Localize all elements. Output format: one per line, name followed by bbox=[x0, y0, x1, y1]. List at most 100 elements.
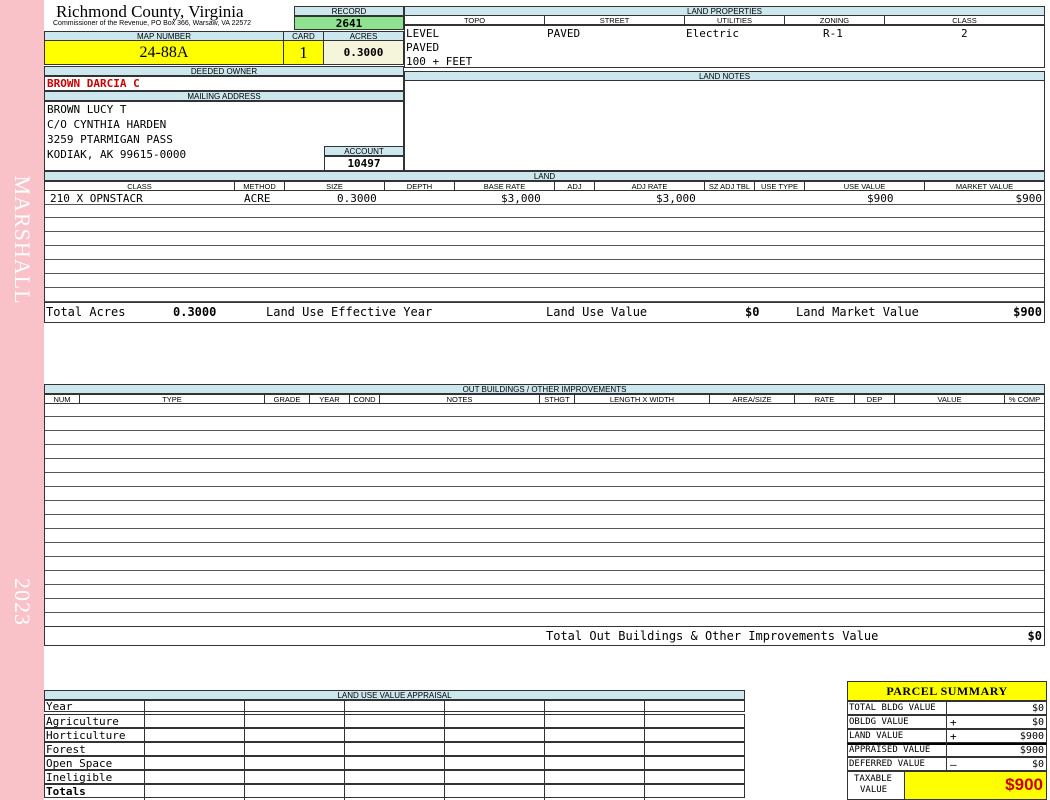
class-value: 2 bbox=[961, 27, 968, 40]
record-header: RECORD bbox=[294, 6, 404, 16]
luv-col-divider bbox=[244, 700, 245, 800]
outbuildings-total-row: Total Out Buildings & Other Improvements… bbox=[44, 626, 1045, 646]
ps-row-taxable: TAXABLE VALUE $900 bbox=[847, 771, 1047, 800]
ps-row-total-bldg: TOTAL BLDG VALUE $0 bbox=[847, 701, 1047, 715]
ob-col-dep: DEP bbox=[855, 395, 895, 404]
land-totals-row: Total Acres 0.3000 Land Use Effective Ye… bbox=[44, 302, 1045, 323]
ob-row-divider bbox=[45, 416, 1044, 417]
ob-col-rate: RATE bbox=[795, 395, 855, 404]
outbuildings-total-value: $0 bbox=[1027, 629, 1042, 643]
land-row-divider bbox=[45, 287, 1044, 288]
ob-row-divider bbox=[45, 598, 1044, 599]
luv-col-divider bbox=[144, 700, 145, 800]
ps-value-obldg: $0 bbox=[1031, 717, 1044, 728]
ob-row-divider bbox=[45, 612, 1044, 613]
year-label: 2023 bbox=[10, 578, 35, 626]
luv-label-horticulture: Horticulture bbox=[46, 729, 126, 742]
ob-row-divider bbox=[45, 570, 1044, 571]
ps-value-deferred: $0 bbox=[1031, 759, 1044, 770]
account-header: ACCOUNT bbox=[324, 146, 404, 156]
land-col-sz-adj: SZ ADJ TBL bbox=[705, 182, 755, 191]
land-use-value-label: Land Use Value bbox=[546, 305, 648, 319]
luv-col-divider bbox=[644, 700, 645, 800]
ob-row-divider bbox=[45, 472, 1044, 473]
mailing-line-1: BROWN LUCY T bbox=[47, 103, 127, 116]
ps-taxable-value: $900 bbox=[1005, 775, 1043, 794]
ps-label-appraised: APPRAISED VALUE bbox=[849, 745, 931, 755]
ps-sign-deferred: – bbox=[950, 758, 957, 771]
land-use-value: $0 bbox=[745, 305, 760, 319]
luv-label-ineligible: Ineligible bbox=[46, 771, 113, 784]
ob-col-notes: NOTES bbox=[380, 395, 540, 404]
topo-line-3: 100 + FEET bbox=[406, 55, 473, 68]
land-notes-body bbox=[404, 80, 1045, 171]
street-value: PAVED bbox=[547, 27, 581, 40]
ps-sign-obldg: + bbox=[950, 716, 957, 729]
ps-taxable-value-box: $900 bbox=[904, 772, 1046, 799]
ob-col-length-width: LENGTH X WIDTH bbox=[575, 395, 710, 404]
deeded-owner-header: DEEDED OWNER bbox=[44, 66, 404, 76]
ps-label-obldg: OBLDG VALUE bbox=[849, 717, 909, 727]
land-row-divider bbox=[45, 217, 1044, 218]
land-header: LAND bbox=[44, 171, 1045, 181]
ob-col-sthgt: STHGT bbox=[540, 395, 575, 404]
ob-row-divider bbox=[45, 458, 1044, 459]
total-acres-value: 0.3000 bbox=[173, 305, 217, 319]
land-row-divider bbox=[45, 231, 1044, 232]
land-rows: 210 X OPNSTACR ACRE 0.3000 $3,000 $3,000… bbox=[44, 191, 1045, 303]
land-col-adj-rate: ADJ RATE bbox=[595, 182, 705, 191]
effective-year-label: Land Use Effective Year bbox=[266, 305, 433, 319]
ob-row-divider bbox=[45, 584, 1044, 585]
luv-label-totals: Totals bbox=[46, 785, 86, 798]
ob-col-year: YEAR bbox=[310, 395, 350, 404]
land-col-market-value: MARKET VALUE bbox=[955, 182, 1014, 191]
ps-value-land: $900 bbox=[1019, 731, 1044, 742]
land-col-use-type: USE TYPE bbox=[755, 182, 805, 191]
luv-row-agriculture: Agriculture bbox=[44, 714, 745, 728]
district-label: MARSHALL bbox=[10, 175, 35, 305]
luv-row-year: Year bbox=[44, 700, 745, 713]
luv-row-open-space: Open Space bbox=[44, 756, 745, 770]
mailing-line-2: C/O CYNTHIA HARDEN bbox=[47, 118, 167, 131]
ps-label-land: LAND VALUE bbox=[849, 731, 904, 741]
luv-label-year: Year bbox=[46, 700, 73, 713]
luv-row-horticulture: Horticulture bbox=[44, 728, 745, 742]
land-properties-colheaders: TOPO STREET UTILITIES ZONING CLASS bbox=[404, 15, 1045, 25]
account-value: 10497 bbox=[324, 156, 404, 171]
county-title: Richmond County, Virginia bbox=[56, 2, 244, 21]
topo-line-1: LEVEL bbox=[406, 27, 440, 40]
ps-row-land: LAND VALUE + $900 bbox=[847, 729, 1047, 743]
land-use-appraisal-table: Year Agriculture Horticulture Forest Ope… bbox=[44, 700, 745, 800]
total-acres-label: Total Acres bbox=[46, 305, 126, 319]
luv-label-agriculture: Agriculture bbox=[46, 715, 119, 728]
luv-row-totals: Totals bbox=[44, 784, 745, 798]
mailing-line-3: 3259 PTARMIGAN PASS bbox=[47, 133, 173, 146]
ps-value-appraised: $900 bbox=[1019, 745, 1044, 756]
outbuildings-colheaders: NUM TYPE GRADE YEAR COND NOTES STHGT LEN… bbox=[44, 394, 1045, 404]
ob-row-divider bbox=[45, 430, 1044, 431]
utilities-value: Electric bbox=[686, 27, 739, 40]
ob-row-divider bbox=[45, 514, 1044, 515]
lp-col-class: CLASS bbox=[952, 16, 977, 25]
ps-row-obldg: OBLDG VALUE + $0 bbox=[847, 715, 1047, 729]
ps-label-deferred: DEFERRED VALUE bbox=[849, 759, 925, 769]
ps-row-appraised: APPRAISED VALUE $900 bbox=[847, 743, 1047, 757]
outbuildings-rows bbox=[44, 404, 1045, 626]
ob-col-cond: COND bbox=[350, 395, 380, 404]
land-row-divider bbox=[45, 259, 1044, 260]
land-use-appraisal-header: LAND USE VALUE APPRAISAL bbox=[44, 690, 745, 700]
topo-line-2: PAVED bbox=[406, 41, 440, 54]
commissioner-line: Commissioner of the Revenue, PO Box 366,… bbox=[53, 20, 252, 27]
land-col-adj: ADJ bbox=[555, 182, 595, 191]
ob-col-grade: GRADE bbox=[265, 395, 310, 404]
ps-sign-land: + bbox=[950, 730, 957, 743]
parcel-summary-title: PARCEL SUMMARY bbox=[847, 681, 1047, 701]
ps-taxable-label-2: VALUE bbox=[860, 785, 888, 795]
luv-row-ineligible: Ineligible bbox=[44, 770, 745, 784]
ob-row-divider bbox=[45, 444, 1044, 445]
land-col-method: METHOD bbox=[235, 182, 285, 191]
ob-col-value: VALUE bbox=[895, 395, 1005, 404]
deeded-owner-value: BROWN DARCIA C bbox=[44, 76, 404, 91]
land-col-class: CLASS bbox=[45, 182, 235, 191]
land-row-divider bbox=[45, 204, 1044, 205]
